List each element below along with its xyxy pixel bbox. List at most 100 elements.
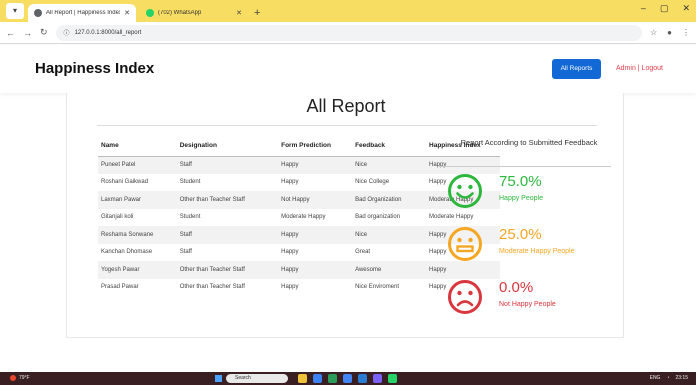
table-cell: Happy	[278, 226, 353, 244]
table-cell: Yogesh Pawar	[98, 261, 177, 279]
column-header: Name	[98, 136, 177, 157]
table-cell: Bad Organization	[352, 191, 427, 209]
all-reports-button[interactable]: All Reports	[552, 59, 601, 79]
taskbar-search[interactable]: Search	[226, 374, 288, 383]
favicon-icon	[34, 9, 42, 17]
taskbar-apps	[298, 374, 397, 383]
table-cell: Happy	[278, 156, 353, 174]
summary-divider	[439, 166, 611, 167]
windows-start-icon[interactable]	[215, 375, 222, 382]
table-cell: Nice	[352, 156, 427, 174]
table-cell: Other than Teacher Staff	[179, 284, 245, 291]
url-field[interactable]: ⓘ 127.0.0.1:8000/all_report	[55, 24, 642, 41]
column-header: Designation	[176, 136, 279, 157]
system-tray: ENG ◔ 23:15	[650, 375, 688, 381]
table-cell: Not Happy	[278, 191, 353, 209]
page-title: All Report	[306, 96, 386, 116]
close-window-button[interactable]: ✕	[682, 3, 690, 14]
not-happy-percent: 0.0%	[499, 279, 534, 296]
minimize-button[interactable]: –	[641, 3, 646, 14]
table-cell: Roshani Gaikwad	[101, 179, 149, 186]
table-cell: Staff	[179, 249, 192, 256]
back-arrow-icon[interactable]: ←	[6, 28, 15, 38]
table-cell: Laxman Pawar	[98, 191, 177, 209]
table-cell: Happy	[426, 156, 500, 174]
title-divider	[97, 125, 597, 126]
table-row: Prasad Pawar Other than Teacher Staff Happ…	[98, 279, 500, 297]
happy-percent: 75.0%	[499, 173, 542, 190]
moderate-label: Moderate Happy People	[499, 248, 575, 255]
maximize-button[interactable]: ▢	[660, 3, 669, 14]
os-taskbar: 79°F Search ENG ◔ 23:15	[0, 372, 696, 385]
moderate-stat: 25.0% Moderate Happy People	[447, 226, 627, 266]
whatsapp-icon[interactable]	[388, 374, 397, 383]
clock[interactable]: 23:15	[675, 375, 688, 381]
table-cell: Happy	[281, 284, 299, 291]
table-cell: Awesome	[352, 261, 427, 279]
table-row: Yogesh Pawar Other than Teacher Staff Happ…	[98, 261, 500, 279]
app-navbar: Happiness Index All Reports Admin | Logo…	[0, 45, 696, 93]
word-icon[interactable]	[358, 374, 367, 383]
tab-search-icon[interactable]: ▾	[6, 3, 24, 19]
not-happy-stat: 0.0% Not Happy People	[447, 279, 627, 319]
table-cell: Happy	[281, 179, 299, 186]
tab-whatsapp[interactable]: (702) WhatsApp ✕	[140, 4, 248, 22]
info-icon[interactable]: ⓘ	[64, 28, 70, 37]
table-cell: Reshama Sonwane	[98, 226, 177, 244]
table-row: Gitanjali koli Student Moderate Happy Bad o…	[98, 209, 500, 227]
url-text: 127.0.0.1:8000/all_report	[74, 29, 142, 36]
tab-label: (702) WhatsApp	[158, 10, 202, 16]
tab-label: All Report | Happiness Index	[46, 10, 121, 16]
chrome-icon[interactable]	[343, 374, 352, 383]
wifi-icon[interactable]: ◔	[666, 375, 669, 381]
file-explorer-icon[interactable]	[298, 374, 307, 383]
bookmark-star-icon[interactable]: ☆	[650, 28, 657, 37]
table-cell: Happy	[281, 249, 299, 256]
column-header: Feedback	[352, 136, 427, 157]
sad-face-icon	[448, 280, 482, 314]
table-cell: Student	[179, 214, 201, 221]
table-body: Puneet Patel Staff Happy Nice Happy Roshani G…	[98, 156, 500, 296]
table-cell: Student	[179, 179, 201, 186]
column-header: Form Prediction	[278, 136, 353, 157]
table-cell: Happy	[278, 261, 353, 279]
admin-logout-link[interactable]: Admin | Logout	[616, 65, 663, 72]
report-table: Name Designation Form Prediction Feedbac…	[98, 136, 500, 296]
table-cell: Great	[355, 249, 371, 256]
new-tab-button[interactable]: +	[254, 7, 260, 19]
neutral-face-icon	[448, 227, 482, 261]
profile-icon[interactable]: ●	[667, 28, 672, 37]
table-row: Reshama Sonwane Staff Happy Nice Happy	[98, 226, 500, 244]
language-indicator[interactable]: ENG	[650, 375, 661, 381]
table-cell: Gitanjali koli	[101, 214, 134, 221]
weather-widget[interactable]: 79°F	[10, 375, 30, 381]
forward-arrow-icon[interactable]: →	[23, 28, 32, 38]
table-cell: Kanchan Dhomase	[101, 249, 153, 256]
table-cell: Bad organization	[355, 214, 401, 221]
browser-tabstrip: ▾ All Report | Happiness Index ✕ (702) W…	[0, 0, 696, 22]
weather-temp: 79°F	[19, 375, 30, 381]
table-cell: Nice	[352, 226, 427, 244]
edge-icon[interactable]	[313, 374, 322, 383]
report-card: All Report Name Designation Form Predict…	[66, 93, 624, 338]
table-row: Puneet Patel Staff Happy Nice Happy	[98, 156, 500, 174]
table-cell: Staff	[176, 156, 279, 174]
not-happy-label: Not Happy People	[499, 301, 556, 308]
tab-close-icon[interactable]: ✕	[236, 9, 242, 17]
table-cell: Prasad Pawar	[101, 284, 139, 291]
moderate-percent: 25.0%	[499, 226, 542, 243]
table-row: Roshani Gaikwad Student Happy Nice College H…	[98, 174, 500, 192]
vscode-icon[interactable]	[373, 374, 382, 383]
table-cell: Staff	[176, 226, 279, 244]
brand-title[interactable]: Happiness Index	[35, 60, 154, 77]
table-cell: Nice Enviroment	[355, 284, 400, 291]
tab-all-report[interactable]: All Report | Happiness Index ✕	[28, 4, 136, 22]
happy-label: Happy People	[499, 195, 543, 202]
happy-stat: 75.0% Happy People	[447, 173, 627, 213]
tab-close-icon[interactable]: ✕	[124, 9, 130, 17]
table-row: Kanchan Dhomase Staff Happy Great Happy	[98, 244, 500, 262]
store-icon[interactable]	[328, 374, 337, 383]
menu-kebab-icon[interactable]: ⋮	[682, 28, 690, 37]
window-controls: – ▢ ✕	[641, 3, 690, 14]
reload-icon[interactable]: ↻	[40, 27, 48, 38]
